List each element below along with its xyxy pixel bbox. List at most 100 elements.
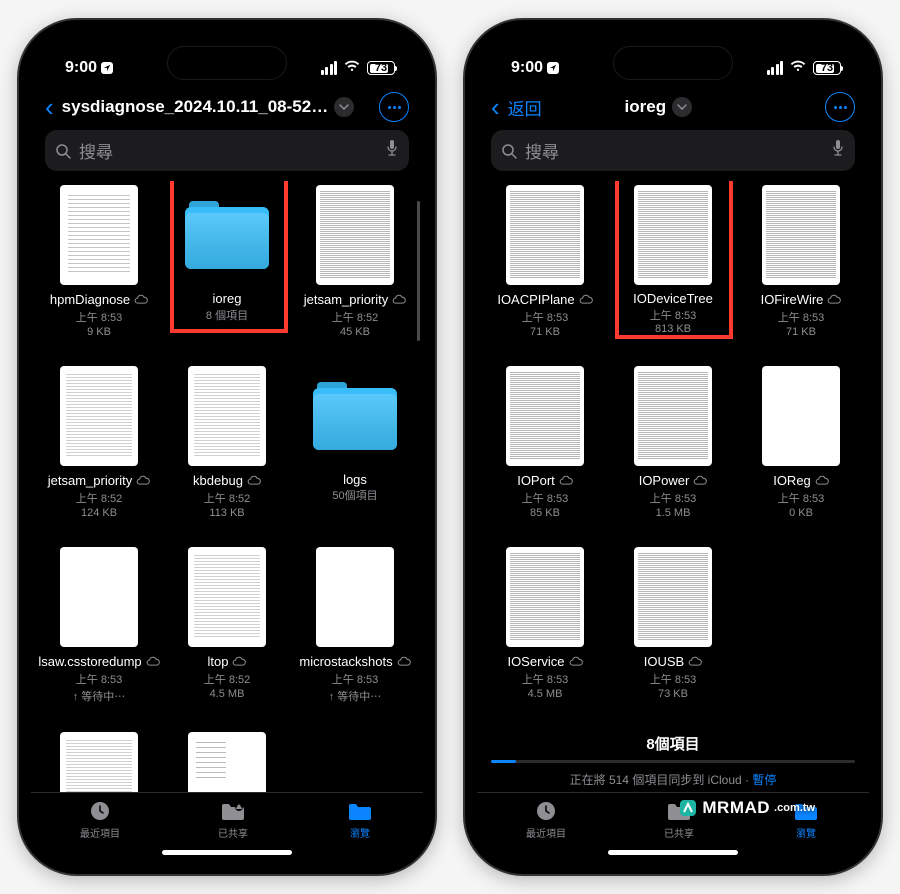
dictation-icon[interactable] bbox=[385, 139, 399, 162]
file-item[interactable]: IOUSB上午 8:5373 KB bbox=[611, 547, 735, 700]
file-item[interactable] bbox=[37, 732, 161, 792]
item-time: 上午 8:53 bbox=[650, 673, 696, 688]
document-thumb-icon bbox=[60, 547, 138, 647]
item-size: 4.5 MB bbox=[210, 688, 245, 700]
item-size: 73 KB bbox=[658, 688, 688, 700]
search-input[interactable]: 搜尋 bbox=[491, 130, 855, 171]
cloud-icon bbox=[392, 291, 406, 309]
item-name: logs bbox=[343, 472, 367, 488]
document-thumb-icon bbox=[634, 547, 712, 647]
document-thumb-icon bbox=[188, 732, 266, 792]
item-time: 50個項目 bbox=[332, 489, 377, 504]
file-item[interactable]: lsaw.csstoredump上午 8:53↑ 等待中⋯ bbox=[37, 547, 161, 704]
item-name: microstackshots bbox=[299, 654, 392, 670]
item-name: IOPower bbox=[639, 473, 690, 489]
file-item[interactable]: microstackshots上午 8:53↑ 等待中⋯ bbox=[293, 547, 417, 704]
item-time: 上午 8:52 bbox=[332, 311, 378, 326]
scroll-indicator[interactable] bbox=[417, 201, 420, 341]
location-icon bbox=[547, 62, 559, 74]
file-item[interactable]: IOPower上午 8:531.5 MB bbox=[611, 366, 735, 519]
item-size: 71 KB bbox=[786, 326, 816, 338]
document-thumb-icon bbox=[506, 185, 584, 285]
file-item[interactable]: IOFireWire上午 8:5371 KB bbox=[739, 185, 863, 338]
cloud-icon bbox=[247, 472, 261, 490]
item-name: jetsam_priority bbox=[304, 292, 389, 308]
search-input[interactable]: 搜尋 bbox=[45, 130, 409, 171]
battery-icon: 73 bbox=[813, 61, 841, 75]
item-time: 上午 8:53 bbox=[778, 492, 824, 507]
file-item[interactable]: jetsam_priority上午 8:52124 KB bbox=[37, 366, 161, 519]
dictation-icon[interactable] bbox=[831, 139, 845, 162]
back-label[interactable]: 返回 bbox=[508, 95, 542, 120]
cloud-icon bbox=[693, 472, 707, 490]
clock-icon bbox=[532, 799, 560, 823]
tab-shared[interactable]: 已共享 bbox=[218, 799, 248, 840]
document-thumb-icon bbox=[60, 185, 138, 285]
item-name: ltop bbox=[208, 654, 229, 670]
item-time: 上午 8:53 bbox=[332, 673, 378, 688]
tab-recent[interactable]: 最近項目 bbox=[80, 799, 120, 840]
item-name: kbdebug bbox=[193, 473, 243, 489]
item-time: 上午 8:52 bbox=[204, 492, 250, 507]
cloud-icon bbox=[397, 653, 411, 671]
folder-item[interactable]: logs50個項目 bbox=[293, 366, 417, 519]
item-size: 113 KB bbox=[209, 507, 244, 519]
clock-icon bbox=[86, 799, 114, 823]
back-button[interactable]: ‹ bbox=[491, 94, 500, 120]
folder-thumb-icon bbox=[313, 382, 397, 450]
document-thumb-icon bbox=[762, 185, 840, 285]
folder-icon bbox=[346, 799, 374, 823]
item-time: 上午 8:53 bbox=[76, 311, 122, 326]
cloud-icon bbox=[579, 291, 593, 309]
search-placeholder: 搜尋 bbox=[79, 138, 377, 163]
item-size: 71 KB bbox=[530, 326, 560, 338]
cloud-icon bbox=[559, 472, 573, 490]
cloud-icon bbox=[688, 653, 702, 671]
item-time: 上午 8:53 bbox=[522, 673, 568, 688]
cellular-icon bbox=[321, 61, 338, 75]
title-chevron-icon[interactable] bbox=[672, 97, 692, 117]
location-icon bbox=[101, 62, 113, 74]
title-chevron-icon[interactable] bbox=[334, 97, 354, 117]
file-item[interactable]: ltop上午 8:524.5 MB bbox=[165, 547, 289, 704]
tab-browse[interactable]: 瀏覽 bbox=[346, 799, 374, 840]
item-size: 85 KB bbox=[530, 507, 560, 519]
back-button[interactable]: ‹ bbox=[45, 94, 54, 120]
shared-folder-icon bbox=[219, 799, 247, 823]
home-indicator[interactable] bbox=[162, 850, 292, 855]
item-time: 上午 8:53 bbox=[522, 492, 568, 507]
home-indicator[interactable] bbox=[608, 850, 738, 855]
document-thumb-icon bbox=[634, 366, 712, 466]
wifi-icon bbox=[343, 59, 361, 78]
document-thumb-icon bbox=[506, 547, 584, 647]
cloud-icon bbox=[134, 291, 148, 309]
document-thumb-icon bbox=[60, 732, 138, 792]
pause-button[interactable]: 暫停 bbox=[752, 773, 776, 787]
nav-bar: ‹ sysdiagnose_2024.10.11_08-52… bbox=[31, 86, 423, 130]
tab-recent[interactable]: 最近項目 bbox=[526, 799, 566, 840]
document-thumb-icon bbox=[506, 366, 584, 466]
file-item[interactable]: IOReg上午 8:530 KB bbox=[739, 366, 863, 519]
sync-status: 正在將 514 個項目同步到 iCloud · 暫停 bbox=[477, 763, 869, 792]
file-item[interactable]: hpmDiagnose上午 8:539 KB bbox=[37, 185, 161, 338]
item-time: 上午 8:53 bbox=[522, 311, 568, 326]
file-item[interactable]: jetsam_priority上午 8:5245 KB bbox=[293, 185, 417, 338]
file-item[interactable]: IOPort上午 8:5385 KB bbox=[483, 366, 607, 519]
file-item[interactable]: kbdebug 上午 8:52113 KB bbox=[165, 366, 289, 519]
wifi-icon bbox=[789, 59, 807, 78]
item-time: 上午 8:53 bbox=[76, 673, 122, 688]
cloud-icon bbox=[136, 472, 150, 490]
dynamic-island bbox=[167, 46, 287, 80]
cloud-icon bbox=[146, 653, 160, 671]
file-item[interactable]: IOACPIPlane上午 8:5371 KB bbox=[483, 185, 607, 338]
item-size: 9 KB bbox=[87, 326, 111, 338]
file-item[interactable]: IOService上午 8:534.5 MB bbox=[483, 547, 607, 700]
folder-title[interactable]: ioreg bbox=[625, 97, 667, 117]
file-item[interactable] bbox=[165, 732, 289, 792]
more-button[interactable] bbox=[825, 92, 855, 122]
cloud-icon bbox=[569, 653, 583, 671]
more-button[interactable] bbox=[379, 92, 409, 122]
item-name: lsaw.csstoredump bbox=[38, 654, 141, 670]
status-time: 9:00 bbox=[511, 59, 543, 77]
folder-title[interactable]: sysdiagnose_2024.10.11_08-52… bbox=[62, 97, 329, 117]
